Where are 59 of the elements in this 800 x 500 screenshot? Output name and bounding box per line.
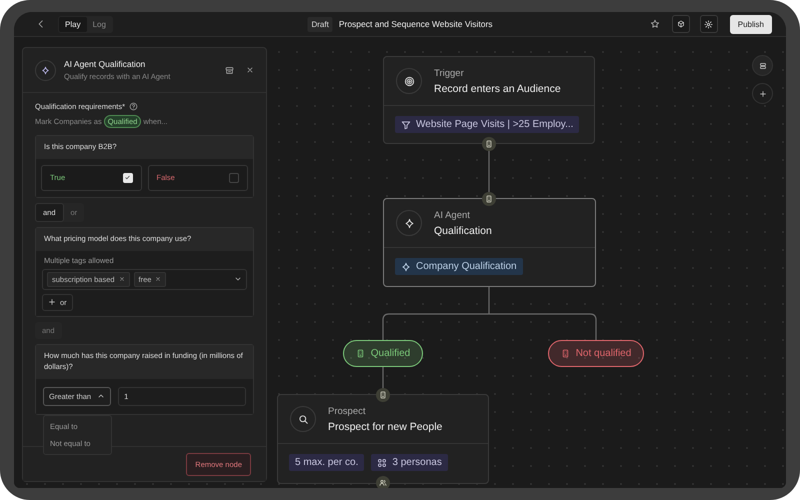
view-tab[interactable]: Play — [59, 16, 87, 32]
node-title: Qualification — [434, 224, 492, 236]
close-icon — [155, 276, 162, 282]
chip-text: 3 personas — [392, 457, 442, 468]
target-icon — [404, 76, 414, 86]
outcome-pill[interactable]: Not qualified — [548, 340, 644, 367]
filter-icon — [401, 120, 411, 130]
connector-line — [382, 367, 384, 389]
connector-handle[interactable] — [482, 137, 496, 151]
cube-button[interactable] — [672, 15, 690, 33]
sparkle-icon — [401, 262, 411, 272]
close-icon — [246, 66, 254, 74]
node-type: Prospect — [328, 406, 366, 416]
outcome-label: Qualified — [370, 348, 410, 359]
node-card[interactable]: AI Agent Qualification Company Qualification — [383, 198, 596, 287]
settings-icon — [704, 20, 714, 28]
chip-text: Website Page Visits | >25 Employ... — [416, 119, 574, 130]
connector-line — [488, 150, 490, 193]
panel-title: AI Agent Qualification — [64, 59, 146, 69]
building-icon — [379, 391, 387, 399]
chip-text: 5 max. per co. — [295, 457, 358, 468]
cube-icon — [676, 20, 685, 28]
status-badge: Draft — [307, 16, 333, 32]
building-icon — [560, 349, 570, 358]
layout-button[interactable] — [752, 55, 773, 76]
sparkle-icon — [41, 66, 50, 74]
workflow-title: Prospect and Sequence Website Visitors — [338, 19, 493, 29]
grid-icon — [377, 458, 388, 468]
add-button[interactable] — [752, 83, 773, 104]
search-icon — [298, 414, 308, 424]
node-type: Trigger — [434, 68, 465, 78]
chip-text: Company Qualification — [416, 261, 517, 272]
node-type: AI Agent — [434, 210, 471, 220]
checkbox[interactable] — [229, 172, 239, 183]
view-tab[interactable]: Log — [86, 16, 112, 32]
chevron-up-icon — [97, 392, 106, 400]
node-title: Prospect for new People — [328, 420, 442, 432]
plus-icon — [758, 90, 766, 98]
layers-icon — [758, 62, 766, 70]
building-icon — [356, 349, 365, 358]
outcome-label: Not qualified — [576, 348, 632, 359]
node-title: Record enters an Audience — [434, 82, 561, 94]
connector-handle[interactable] — [482, 192, 496, 206]
close-icon — [118, 276, 125, 282]
connector-handle[interactable] — [376, 388, 390, 402]
archive-icon — [225, 66, 234, 74]
outcome-pill[interactable]: Qualified — [343, 340, 423, 367]
building-icon — [485, 140, 493, 148]
help-icon — [129, 102, 138, 111]
node-card[interactable]: Trigger Record enters an Audience Website Page Visits | >25 Employ... — [383, 56, 595, 144]
sparkle-icon — [404, 218, 414, 228]
check-icon — [124, 174, 131, 182]
plus-icon — [48, 298, 56, 306]
star-icon — [650, 19, 660, 29]
publish-button[interactable]: Publish — [730, 14, 772, 34]
settings-button[interactable] — [700, 15, 718, 33]
building-icon — [485, 195, 493, 203]
people-icon — [379, 479, 387, 487]
node-card[interactable]: Prospect Prospect for new People 5 max. per co. 3 personas — [277, 394, 489, 484]
